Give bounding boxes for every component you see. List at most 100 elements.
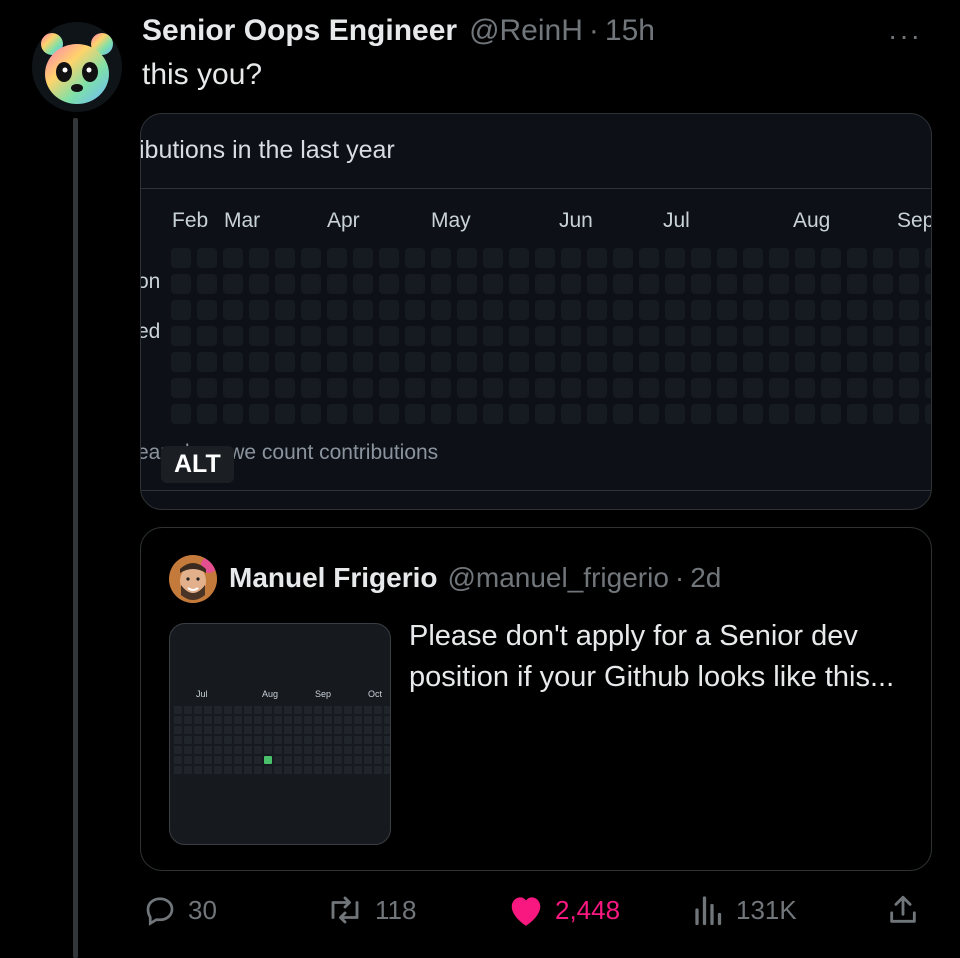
contribution-cell <box>294 766 302 774</box>
quote-author-handle[interactable]: @manuel_frigerio <box>447 562 668 594</box>
contribution-cell <box>224 706 232 714</box>
contribution-cell <box>587 300 607 320</box>
month-label: Sep <box>315 689 332 699</box>
contribution-cell <box>795 300 815 320</box>
contribution-cell <box>171 248 191 268</box>
contribution-cell <box>264 706 272 714</box>
contribution-cell <box>353 326 373 346</box>
alt-badge[interactable]: ALT <box>161 446 234 483</box>
reply-button[interactable]: 30 <box>142 892 217 928</box>
contribution-cell <box>405 326 425 346</box>
contribution-cell <box>249 300 269 320</box>
quote-text: Please don't apply for a Senior dev posi… <box>409 620 895 693</box>
author-handle[interactable]: @ReinH <box>469 14 583 48</box>
contribution-cell <box>344 726 352 734</box>
views-icon <box>695 896 722 926</box>
contribution-cell <box>925 248 931 268</box>
contribution-cell <box>405 274 425 294</box>
contribution-cell <box>314 706 322 714</box>
contribution-cell <box>214 726 222 734</box>
contribution-cell <box>214 756 222 764</box>
contribution-cell <box>457 248 477 268</box>
contribution-cell <box>379 300 399 320</box>
contribution-cell <box>561 352 581 372</box>
contribution-cell <box>561 378 581 398</box>
avatar[interactable] <box>32 22 122 112</box>
heart-icon <box>511 897 541 926</box>
contribution-cell <box>264 736 272 744</box>
retweet-count: 118 <box>375 894 417 925</box>
views-button[interactable]: 131K <box>692 892 797 928</box>
contribution-cell <box>743 274 763 294</box>
quote-avatar[interactable] <box>169 555 217 603</box>
contribution-cell <box>743 248 763 268</box>
contribution-cell <box>354 766 362 774</box>
contribution-cell <box>327 378 347 398</box>
contribution-cell <box>184 706 192 714</box>
contribution-cell <box>691 248 711 268</box>
contribution-cell <box>873 248 893 268</box>
contribution-cell <box>324 756 332 764</box>
contribution-cell <box>214 746 222 754</box>
quote-author-name[interactable]: Manuel Frigerio <box>229 562 437 594</box>
time-separator: · <box>674 562 685 593</box>
contribution-cell <box>304 746 312 754</box>
month-label: Feb <box>172 209 209 232</box>
contribution-cell <box>244 746 252 754</box>
contribution-cell <box>847 378 867 398</box>
contribution-cell <box>249 326 269 346</box>
contribution-cell <box>171 326 191 346</box>
contribution-cell <box>821 404 841 424</box>
contribution-cell <box>431 274 451 294</box>
contribution-cell <box>353 248 373 268</box>
contribution-cell <box>334 746 342 754</box>
contribution-cell <box>613 248 633 268</box>
contribution-cell <box>234 736 242 744</box>
contribution-cell <box>561 274 581 294</box>
retweet-button[interactable]: 118 <box>325 892 416 928</box>
contribution-cell <box>353 404 373 424</box>
media-image[interactable]: ibutions in the last year Feb Mar Apr Ma… <box>140 113 932 510</box>
contribution-cell <box>327 326 347 346</box>
month-label: Sep <box>897 209 932 232</box>
contribution-cell <box>374 706 382 714</box>
quoted-tweet[interactable]: Manuel Frigerio @manuel_frigerio · 2d Ju… <box>140 527 932 871</box>
action-bar: 30 118 2,448 131K <box>0 880 960 940</box>
contribution-cell <box>314 766 322 774</box>
contribution-cell <box>925 326 931 346</box>
like-button[interactable]: 2,448 <box>507 892 620 928</box>
contribution-cell <box>223 300 243 320</box>
quote-media-thumbnail[interactable]: Jul Aug Sep Oct <box>169 623 391 845</box>
contribution-cell <box>639 326 659 346</box>
contribution-cell <box>639 404 659 424</box>
contribution-cell <box>925 300 931 320</box>
more-icon[interactable]: ··· <box>888 20 922 52</box>
contribution-cell <box>405 248 425 268</box>
contribution-cell <box>334 756 342 764</box>
author-name[interactable]: Senior Oops Engineer <box>142 14 457 48</box>
tweet-time[interactable]: 15h <box>605 14 655 48</box>
contribution-cell <box>795 352 815 372</box>
month-label: Mar <box>224 209 261 232</box>
contribution-cell <box>509 378 529 398</box>
contribution-cell <box>234 706 242 714</box>
contribution-cell <box>483 300 503 320</box>
share-button[interactable] <box>886 892 920 928</box>
contribution-cell <box>324 736 332 744</box>
contribution-cell <box>535 248 555 268</box>
quote-time[interactable]: 2d <box>690 562 721 594</box>
contribution-cell <box>244 736 252 744</box>
contribution-cell <box>197 274 217 294</box>
tweet-header: Senior Oops Engineer @ReinH · 15h <box>142 14 655 48</box>
contribution-cell <box>254 716 262 724</box>
contribution-cell <box>275 248 295 268</box>
contribution-cell <box>244 756 252 764</box>
contribution-cell <box>249 404 269 424</box>
contribution-cell <box>483 248 503 268</box>
contribution-cell <box>224 736 232 744</box>
contribution-cell <box>535 352 555 372</box>
contribution-cell <box>354 746 362 754</box>
contribution-cell <box>457 404 477 424</box>
contribution-cell <box>457 378 477 398</box>
contribution-cell <box>284 716 292 724</box>
